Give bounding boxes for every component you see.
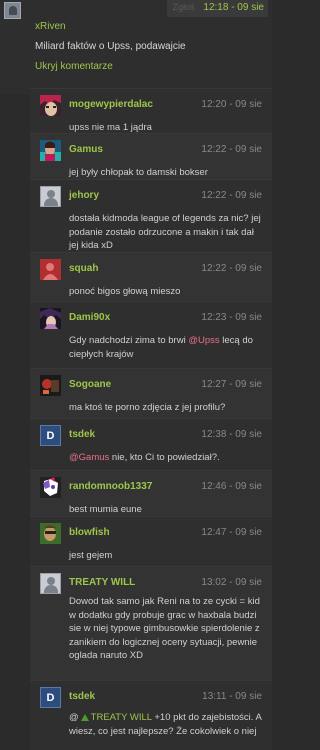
mention-link[interactable]: @Upss — [188, 335, 219, 346]
letter-avatar-icon[interactable]: D — [40, 687, 61, 708]
reply-username[interactable]: randomnoob1337 — [69, 481, 152, 492]
reply-item: Gamus 12:22 - 09 sie jej były chłopak to… — [30, 133, 272, 179]
reply-item: randomnoob1337 12:46 - 09 sie best mumia… — [30, 470, 272, 516]
reply-item: jehory 12:22 - 09 sie dostała kidmoda le… — [30, 179, 272, 252]
reply-item: D tsdek 13:11 - 09 sie @ TREATY WILL +10 … — [30, 680, 272, 750]
reply-time[interactable]: 12:22 - 09 sie — [201, 144, 262, 155]
top-comment-text: Miliard faktów o Upss, podawajcie — [35, 41, 186, 52]
reply-text: @ TREATY WILL +10 pkt do zajebistości. A … — [69, 712, 262, 737]
reply-time[interactable]: 12:22 - 09 sie — [201, 263, 262, 274]
user-avatar[interactable] — [40, 523, 61, 544]
user-icon — [80, 713, 89, 721]
user-avatar[interactable] — [40, 95, 61, 116]
reply-item: blowfish 12:47 - 09 sie jest gejem — [30, 516, 272, 566]
top-comment: Zgłoś 12:18 - 09 sie xRiven Miliard fakt… — [0, 0, 272, 94]
reply-time[interactable]: 12:46 - 09 sie — [201, 481, 262, 492]
reply-time[interactable]: 12:27 - 09 sie — [201, 379, 262, 390]
reply-text: jej były chłopak to damski bokser — [69, 167, 208, 178]
reply-item: Sogoane 12:27 - 09 sie ma ktoś te porno … — [30, 368, 272, 418]
reply-text: Dowod tak samo jak Reni na to ze cycki =… — [69, 596, 260, 661]
reply-item: D tsdek 12:38 - 09 sie @Gamus nie, kto C… — [30, 418, 272, 470]
reply-username[interactable]: tsdek — [69, 429, 95, 440]
reply-time[interactable]: 13:02 - 09 sie — [201, 577, 262, 588]
hide-comments-link[interactable]: Ukryj komentarze — [35, 61, 113, 72]
reply-time[interactable]: 12:22 - 09 sie — [201, 190, 262, 201]
top-comment-time[interactable]: 12:18 - 09 sie — [203, 2, 264, 13]
reply-username[interactable]: TREATY WILL — [69, 577, 135, 588]
reply-text: best mumia eune — [69, 504, 142, 515]
reply-item: TREATY WILL 13:02 - 09 sie Dowod tak sam… — [30, 566, 272, 680]
reply-item: squah 12:22 - 09 sie ponoć bigos głową m… — [30, 252, 272, 301]
reply-text: dostała kidmoda league of legends za nic… — [69, 213, 261, 251]
reply-username[interactable]: mogewypierdalac — [69, 99, 153, 110]
reply-username[interactable]: tsdek — [69, 691, 95, 702]
reply-time[interactable]: 12:20 - 09 sie — [201, 99, 262, 110]
reply-text: @Gamus nie, kto Ci to powiedział?. — [69, 452, 220, 463]
default-avatar-icon[interactable] — [40, 573, 61, 594]
reply-item: mogewypierdalac 12:20 - 09 sie upss nie … — [30, 88, 272, 133]
user-avatar[interactable] — [40, 259, 61, 280]
reply-text: ma ktoś te porno zdjęcia z jej profilu? — [69, 402, 226, 413]
reply-time[interactable]: 12:23 - 09 sie — [201, 312, 262, 323]
reply-time[interactable]: 13:11 - 09 sie — [202, 691, 262, 702]
reply-username[interactable]: blowfish — [69, 527, 110, 538]
reply-username[interactable]: Gamus — [69, 144, 103, 155]
mention-link[interactable]: @Gamus — [69, 452, 109, 463]
user-avatar[interactable] — [40, 477, 61, 498]
letter-avatar-icon[interactable]: D — [40, 425, 61, 446]
top-comment-meta: Zgłoś 12:18 - 09 sie — [166, 0, 268, 17]
reply-username[interactable]: squah — [69, 263, 98, 274]
reply-time[interactable]: 12:38 - 09 sie — [201, 429, 262, 440]
report-link[interactable]: Zgłoś — [173, 2, 195, 12]
reply-text: jest gejem — [69, 550, 113, 561]
reply-text: Gdy nadchodzi zima to brwi @Upss lecą do… — [69, 335, 253, 360]
reply-username[interactable]: Sogoane — [69, 379, 111, 390]
user-avatar[interactable] — [40, 140, 61, 161]
reply-time[interactable]: 12:47 - 09 sie — [201, 527, 262, 538]
user-avatar[interactable] — [40, 375, 61, 396]
default-avatar-icon[interactable] — [40, 186, 61, 207]
reply-text: ponoć bigos głową mieszo — [69, 286, 181, 297]
top-comment-avatar[interactable] — [4, 2, 21, 19]
mention-link[interactable]: TREATY WILL — [91, 712, 152, 723]
reply-username[interactable]: jehory — [69, 190, 99, 201]
reply-username[interactable]: Dami90x — [69, 312, 110, 323]
top-comment-username[interactable]: xRiven — [35, 21, 66, 32]
reply-item: Dami90x 12:23 - 09 sie Gdy nadchodzi zim… — [30, 301, 272, 368]
user-avatar[interactable] — [40, 308, 61, 329]
